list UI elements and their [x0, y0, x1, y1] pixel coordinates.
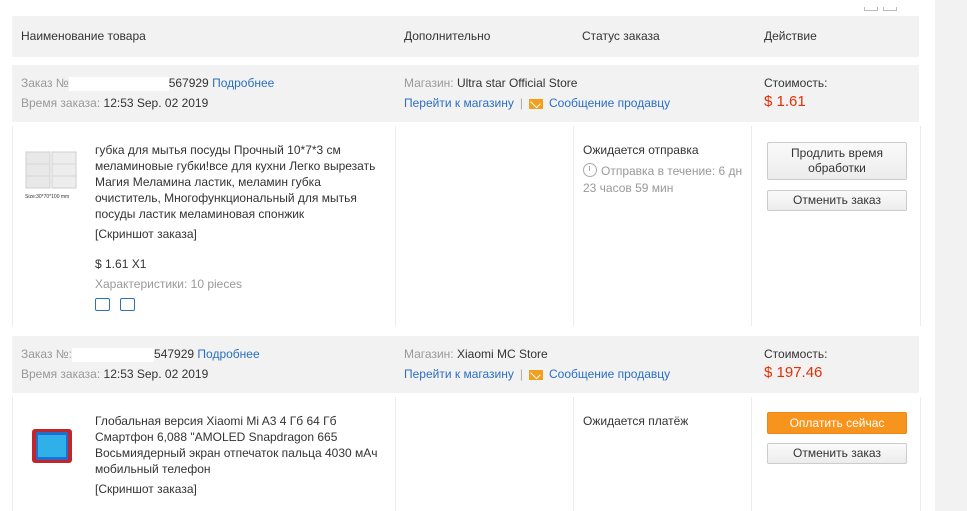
product-title[interactable]: Глобальная версия Xiaomi Mi A3 4 Гб 64 Г…	[95, 413, 380, 477]
order-time-value: 12:53 Sep. 02 2019	[103, 367, 209, 381]
extend-processing-button[interactable]: Продлить время обработки	[767, 142, 907, 180]
go-to-store-link[interactable]: Перейти к магазину	[404, 367, 514, 381]
product-title[interactable]: губка для мытья посуды Прочный 10*7*3 см…	[95, 142, 380, 222]
order-number-label: Заказ №	[21, 76, 69, 90]
order-item: Size:30*70*100 mm губка для мытья посуды…	[12, 126, 921, 326]
store-name: Ultra star Official Store	[456, 76, 578, 90]
mail-icon	[529, 98, 543, 109]
product-thumbnail[interactable]	[22, 415, 82, 475]
details-link[interactable]: Подробнее	[197, 347, 259, 361]
product-thumbnail[interactable]: Size:30*70*100 mm	[22, 140, 82, 200]
order-status: Ожидается отправка	[583, 143, 699, 157]
store-name: Xiaomi MC Store	[456, 347, 548, 361]
order-status: Ожидается платёж	[583, 414, 689, 428]
col-extra-header: Дополнительно	[404, 29, 491, 43]
order-number-label: Заказ №:	[21, 347, 73, 361]
cost-value: $ 197.46	[764, 364, 823, 381]
separator: |	[519, 367, 523, 381]
cancel-order-button[interactable]: Отменить заказ	[767, 443, 907, 464]
mail-icon	[529, 369, 543, 380]
redacted-order-number	[72, 347, 155, 362]
cost-label: Стоимость:	[764, 76, 828, 90]
order-time-label: Время заказа:	[21, 96, 101, 110]
order-screenshot-link[interactable]: [Скриншот заказа]	[95, 226, 380, 242]
col-product-header: Наименование товара	[21, 29, 146, 43]
view-icon[interactable]	[864, 7, 878, 11]
scrollbar[interactable]	[935, 0, 967, 511]
details-link[interactable]: Подробнее	[212, 76, 274, 90]
order-time-value: 12:53 Sep. 02 2019	[103, 96, 209, 110]
price-quantity: $ 1.61 X1	[95, 257, 147, 271]
order-screenshot-link[interactable]: [Скриншот заказа]	[95, 481, 380, 497]
order-number-tail: 567929	[168, 76, 209, 90]
shipping-timer: Отправка в течение: 6 дн 23 часов 59 мин	[583, 164, 743, 195]
order-item: Глобальная версия Xiaomi Mi A3 4 Гб 64 Г…	[12, 397, 921, 511]
product-specs: Характеристики: 10 pieces	[95, 277, 243, 291]
top-controls	[864, 0, 902, 14]
thumb-caption: Size:30*70*100 mm	[25, 194, 69, 200]
table-header: Наименование товара Дополнительно Статус…	[12, 16, 919, 57]
cost-value: $ 1.61	[764, 93, 806, 110]
separator: |	[519, 96, 523, 110]
order-time-label: Время заказа:	[21, 367, 101, 381]
store-label: Магазин:	[404, 347, 454, 361]
order-number-tail: 547929	[154, 347, 195, 361]
col-status-header: Статус заказа	[582, 29, 660, 43]
order-header: Заказ №: 547929 Подробнее Время заказа: 1…	[12, 336, 919, 393]
pay-now-button[interactable]: Оплатить сейчас	[767, 412, 907, 434]
message-seller-link[interactable]: Сообщение продавцу	[549, 96, 670, 110]
redacted-order-number	[68, 76, 169, 91]
go-to-store-link[interactable]: Перейти к магазину	[404, 96, 514, 110]
truck-icon[interactable]	[95, 298, 110, 311]
return-icon[interactable]	[120, 298, 135, 311]
col-action-header: Действие	[764, 29, 817, 43]
view-icon[interactable]	[883, 7, 897, 11]
store-label: Магазин:	[404, 76, 454, 90]
cost-label: Стоимость:	[764, 347, 828, 361]
cancel-order-button[interactable]: Отменить заказ	[767, 190, 907, 211]
clock-icon	[583, 163, 597, 177]
message-seller-link[interactable]: Сообщение продавцу	[549, 367, 670, 381]
order-header: Заказ № 567929 Подробнее Время заказа: 12…	[12, 65, 919, 122]
